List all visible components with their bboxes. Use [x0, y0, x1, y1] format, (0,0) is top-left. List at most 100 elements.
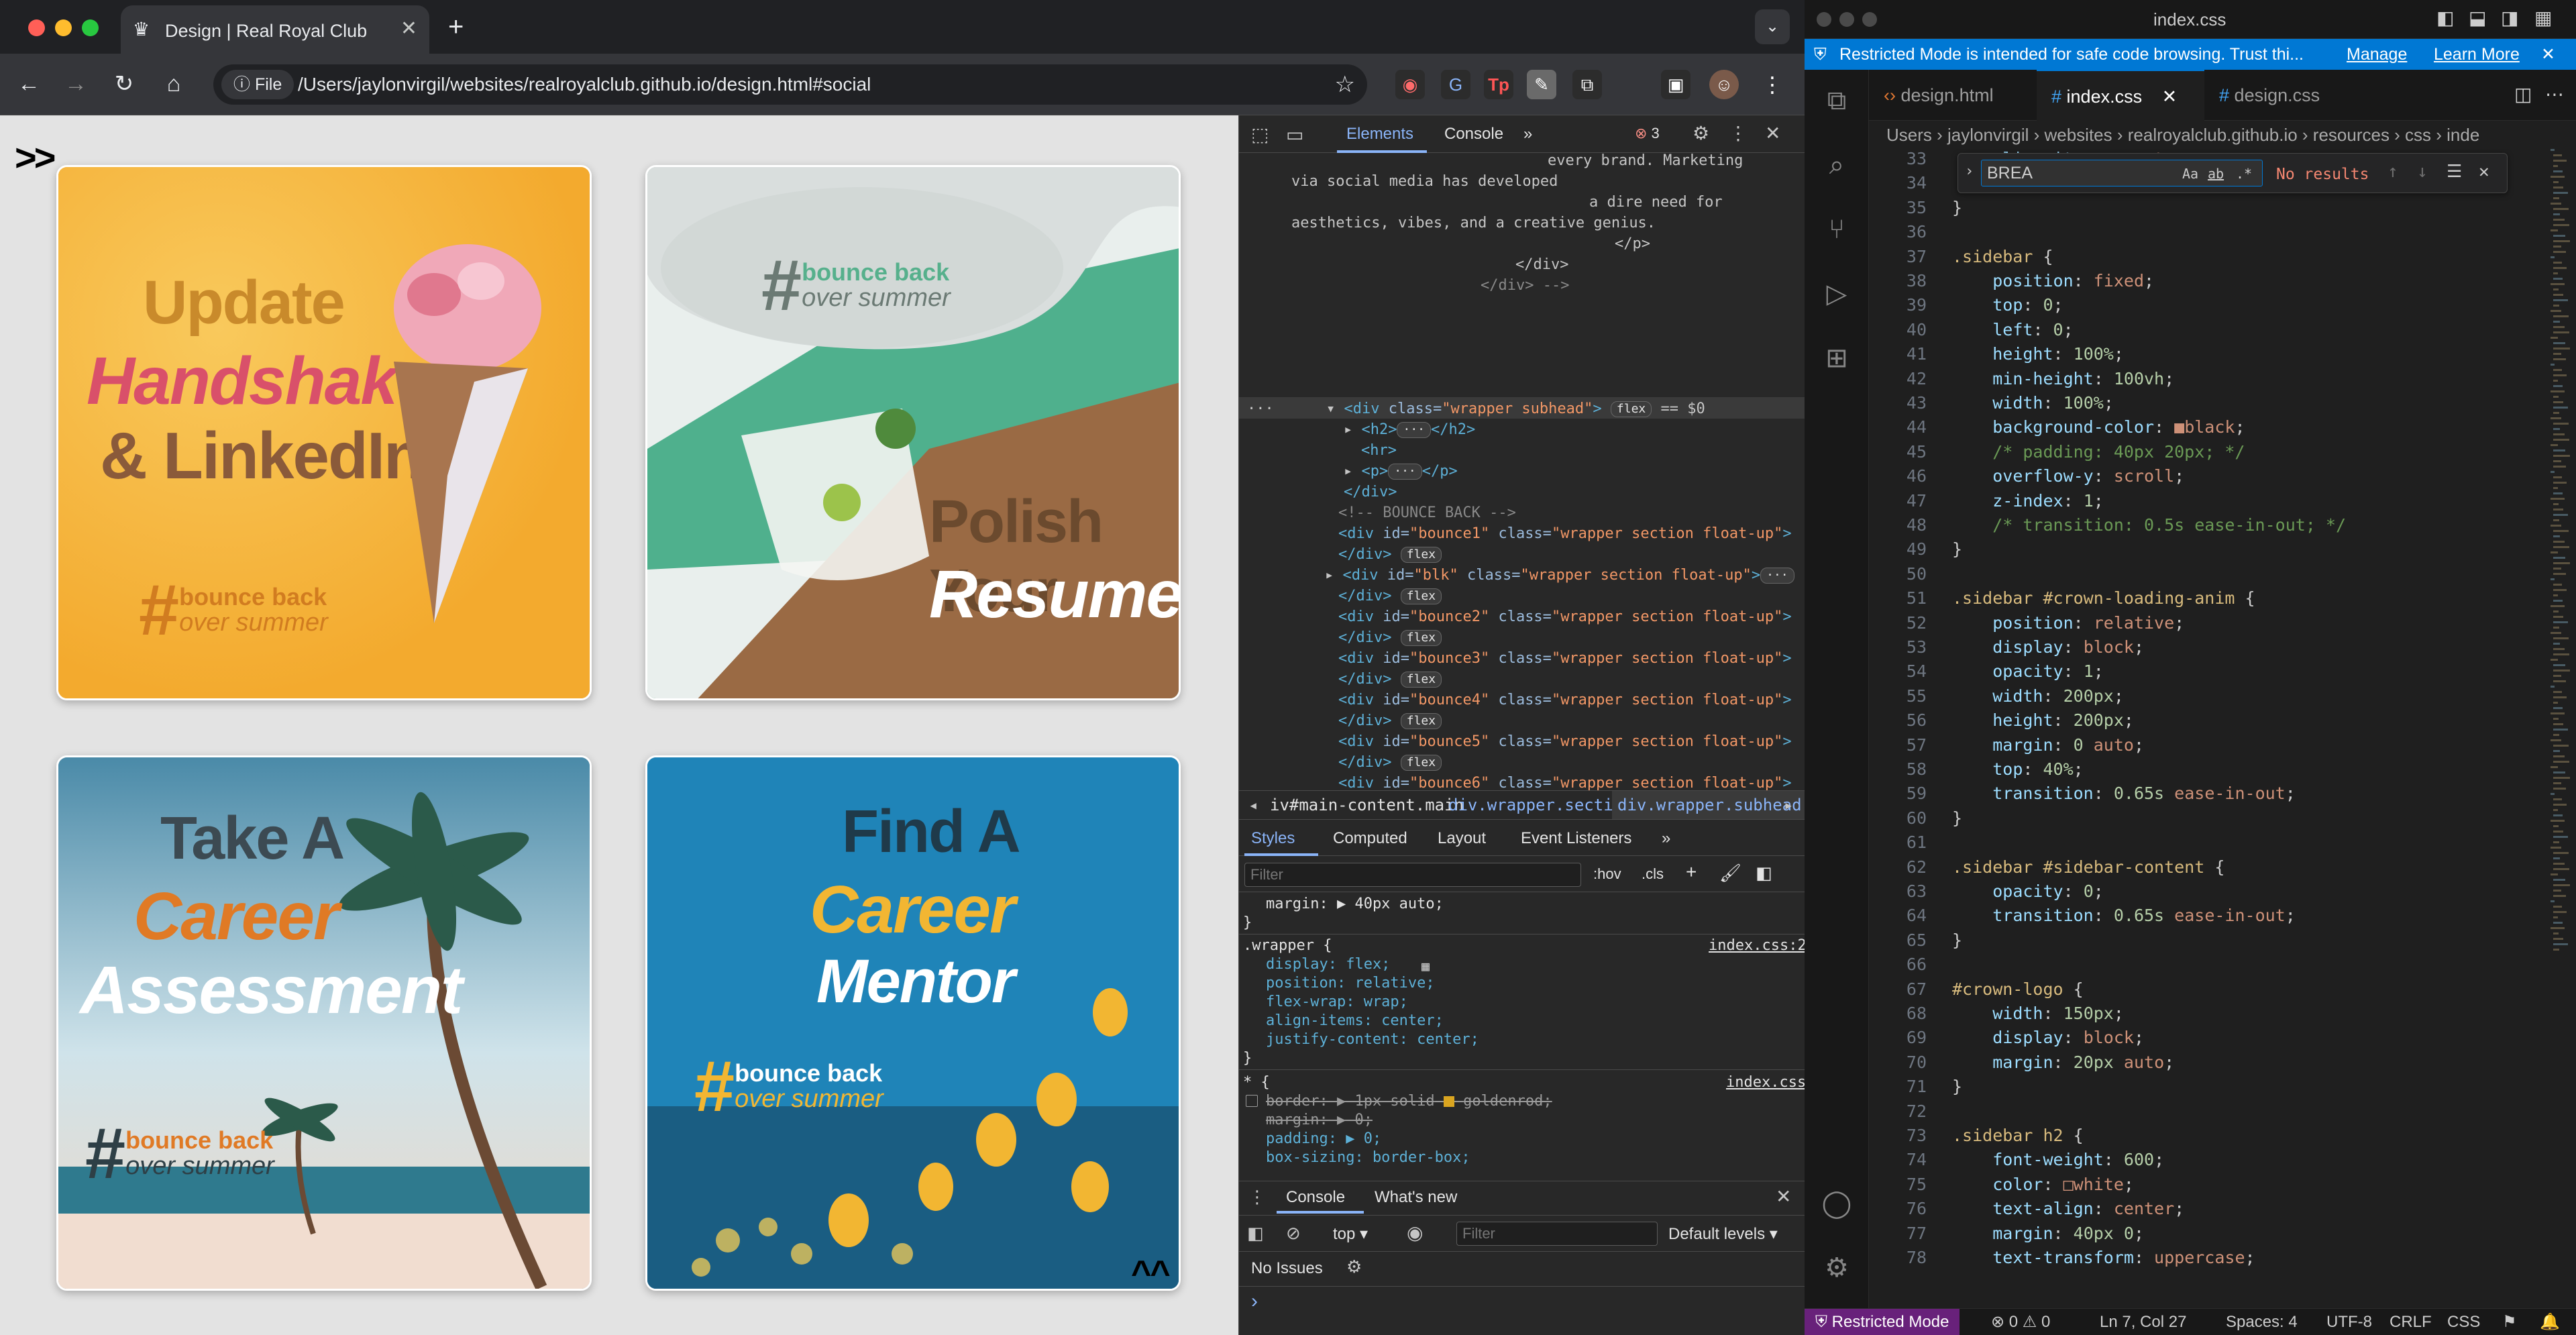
code-line[interactable]: } [1952, 930, 1962, 950]
code-line[interactable]: position: fixed; [1952, 271, 2154, 290]
line-ending[interactable]: CRLF [2390, 1309, 2432, 1335]
add-rule-icon[interactable]: + [1686, 861, 1697, 883]
more-tabs-icon[interactable]: » [1662, 829, 1670, 848]
previous-match-arrow-icon[interactable]: ↑ [2387, 162, 2398, 182]
code-line[interactable]: transition: 0.65s ease-in-out; [1952, 906, 2296, 925]
paint-icon[interactable]: 🖌 [1719, 863, 1741, 884]
style-decl[interactable]: justify-content: center; [1266, 1030, 1479, 1049]
tab-design-html[interactable]: ‹› design.html [1869, 70, 2037, 121]
reload-icon[interactable]: ↻ [109, 68, 140, 99]
code-line[interactable]: opacity: 0; [1952, 882, 2104, 901]
flex-badge[interactable]: flex [1610, 401, 1652, 417]
console-prompt[interactable]: › [1251, 1290, 1258, 1313]
code-line[interactable]: min-height: 100vh; [1952, 369, 2174, 388]
whole-word-toggle[interactable]: ab [2208, 166, 2224, 182]
forward-arrow-icon[interactable]: → [60, 68, 91, 99]
style-decl[interactable]: padding: ▶ 0; [1266, 1130, 1381, 1149]
dom-row-blk[interactable]: ▸ <div id="blk" class="wrapper section f… [1325, 565, 1794, 586]
drawer-menu-icon[interactable]: ⋮ [1248, 1187, 1266, 1208]
toggle-secondary-sidebar-icon[interactable]: ◨ [2501, 7, 2518, 29]
toggle-panel-icon[interactable]: ⬓ [2469, 7, 2486, 29]
feedback-icon[interactable]: ⚑ [2502, 1309, 2517, 1335]
extension-g-icon[interactable]: G [1441, 70, 1470, 99]
code-line[interactable]: top: 0; [1952, 295, 2063, 315]
close-tab-icon[interactable]: ✕ [2162, 87, 2178, 107]
manage-link[interactable]: Manage [2347, 39, 2407, 70]
tab-elements[interactable]: Elements [1346, 125, 1413, 144]
code-line[interactable]: font-weight: 600; [1952, 1150, 2164, 1169]
flex-badge[interactable]: flex [1400, 713, 1442, 729]
tab-close-icon[interactable]: ✕ [400, 17, 417, 40]
home-icon[interactable]: ⌂ [158, 68, 189, 99]
regex-toggle[interactable]: .* [2236, 166, 2252, 182]
dom-row-bounce3[interactable]: <div id="bounce3" class="wrapper section… [1338, 648, 1792, 669]
encoding[interactable]: UTF-8 [2326, 1309, 2372, 1335]
search-icon[interactable]: ⌕ [1819, 148, 1854, 182]
drawer-tab-console[interactable]: Console [1286, 1188, 1345, 1207]
flex-editor-icon[interactable]: ▦ [1421, 957, 1430, 975]
code-line[interactable]: margin: 40px 0; [1952, 1224, 2144, 1243]
dom-row-bounce1[interactable]: <div id="bounce1" class="wrapper section… [1338, 523, 1792, 544]
code-line[interactable]: height: 200px; [1952, 710, 2134, 730]
dom-row-h2[interactable]: ▸ <h2> ··· </h2> [1344, 419, 1475, 440]
dom-row-bounce2[interactable]: <div id="bounce2" class="wrapper section… [1338, 606, 1792, 627]
console-filter-input[interactable] [1456, 1222, 1658, 1246]
dom-row-ellipsis[interactable]: ··· [1247, 398, 1274, 419]
crumb-next-icon[interactable]: ▸ [1784, 791, 1793, 819]
selector-universal[interactable]: * { [1243, 1073, 1270, 1092]
selector-wrapper[interactable]: .wrapper { [1243, 937, 1332, 955]
context-selector[interactable]: top ▾ [1333, 1224, 1368, 1244]
find-in-selection-icon[interactable]: ☰ [2447, 162, 2462, 182]
close-find-icon[interactable]: ✕ [2479, 162, 2489, 182]
tab-event-listeners[interactable]: Event Listeners [1521, 829, 1631, 848]
dom-row-bounce5[interactable]: <div id="bounce5" class="wrapper section… [1338, 731, 1792, 752]
color-swatch[interactable] [1443, 1096, 1454, 1107]
code-line[interactable]: .sidebar { [1952, 247, 2053, 266]
tab-styles[interactable]: Styles [1251, 829, 1295, 848]
flex-badge[interactable]: flex [1400, 630, 1442, 646]
side-panel-icon[interactable]: ▣ [1661, 70, 1690, 99]
menu-toggle-arrows[interactable]: >> [15, 136, 56, 179]
code-line[interactable]: left: 0; [1952, 320, 2073, 339]
settings-gear-icon[interactable]: ⚙ [1693, 122, 1709, 144]
extensions-puzzle-icon[interactable]: ⧉ [1572, 70, 1602, 99]
maximize-window-button[interactable] [1862, 12, 1877, 27]
source-link-29[interactable]: index.css:29 [1709, 937, 1805, 955]
crumb-wrapper-subhead[interactable]: div.wrapper.subhead [1612, 791, 1805, 819]
code-line[interactable]: text-align: center; [1952, 1199, 2184, 1218]
tab-computed[interactable]: Computed [1333, 829, 1407, 848]
sidebar-toggle-icon[interactable]: ◧ [1756, 863, 1772, 884]
address-bar[interactable]: ⓘ File /Users/jaylonvirgil/websites/real… [213, 64, 1367, 105]
maximize-window-button[interactable] [82, 19, 99, 36]
code-line[interactable]: width: 150px; [1952, 1004, 2124, 1023]
language-mode[interactable]: CSS [2447, 1309, 2480, 1335]
code-line[interactable]: overflow-y: scroll; [1952, 466, 2184, 486]
log-levels-dropdown[interactable]: Default levels ▾ [1668, 1224, 1778, 1244]
code-line[interactable]: margin: 0 auto; [1952, 735, 2144, 755]
code-line[interactable]: .sidebar #sidebar-content { [1952, 857, 2224, 877]
problems-indicator[interactable]: ⊗ 0 ⚠ 0 [1991, 1309, 2050, 1335]
code-line[interactable]: display: block; [1952, 1028, 2144, 1047]
profile-avatar[interactable]: ☺ [1709, 70, 1739, 99]
scroll-top-carets[interactable]: ^^ [1131, 1253, 1171, 1293]
learn-more-link[interactable]: Learn More [2434, 39, 2520, 70]
cursor-position[interactable]: Ln 7, Col 27 [2100, 1309, 2186, 1335]
code-line[interactable]: /* padding: 40px 20px; */ [1952, 442, 2245, 462]
dom-row-bounce6[interactable]: <div id="bounce6" class="wrapper section… [1338, 773, 1792, 790]
tab-index-css[interactable]: # index.css ✕ [2037, 70, 2204, 121]
close-drawer-icon[interactable]: ✕ [1776, 1185, 1791, 1208]
dom-row-p[interactable]: ▸ <p> ··· </p> [1344, 461, 1458, 482]
source-link-1[interactable]: index.css:1 [1726, 1073, 1805, 1092]
extension-pen-icon[interactable]: ✎ [1527, 70, 1556, 99]
new-tab-icon[interactable]: + [448, 12, 464, 42]
next-match-arrow-icon[interactable]: ↓ [2417, 162, 2428, 182]
clear-console-icon[interactable]: ⊘ [1286, 1223, 1301, 1244]
source-control-icon[interactable]: ⑂ [1819, 212, 1854, 247]
indentation[interactable]: Spaces: 4 [2226, 1309, 2298, 1335]
code-line[interactable]: opacity: 1; [1952, 661, 2104, 681]
tab-console[interactable]: Console [1444, 125, 1503, 144]
style-decl[interactable]: box-sizing: border-box; [1266, 1149, 1470, 1167]
code-line[interactable]: #crown-logo { [1952, 979, 2084, 999]
device-toolbar-icon[interactable]: ▭ [1286, 123, 1303, 146]
flex-badge[interactable]: flex [1400, 672, 1442, 688]
